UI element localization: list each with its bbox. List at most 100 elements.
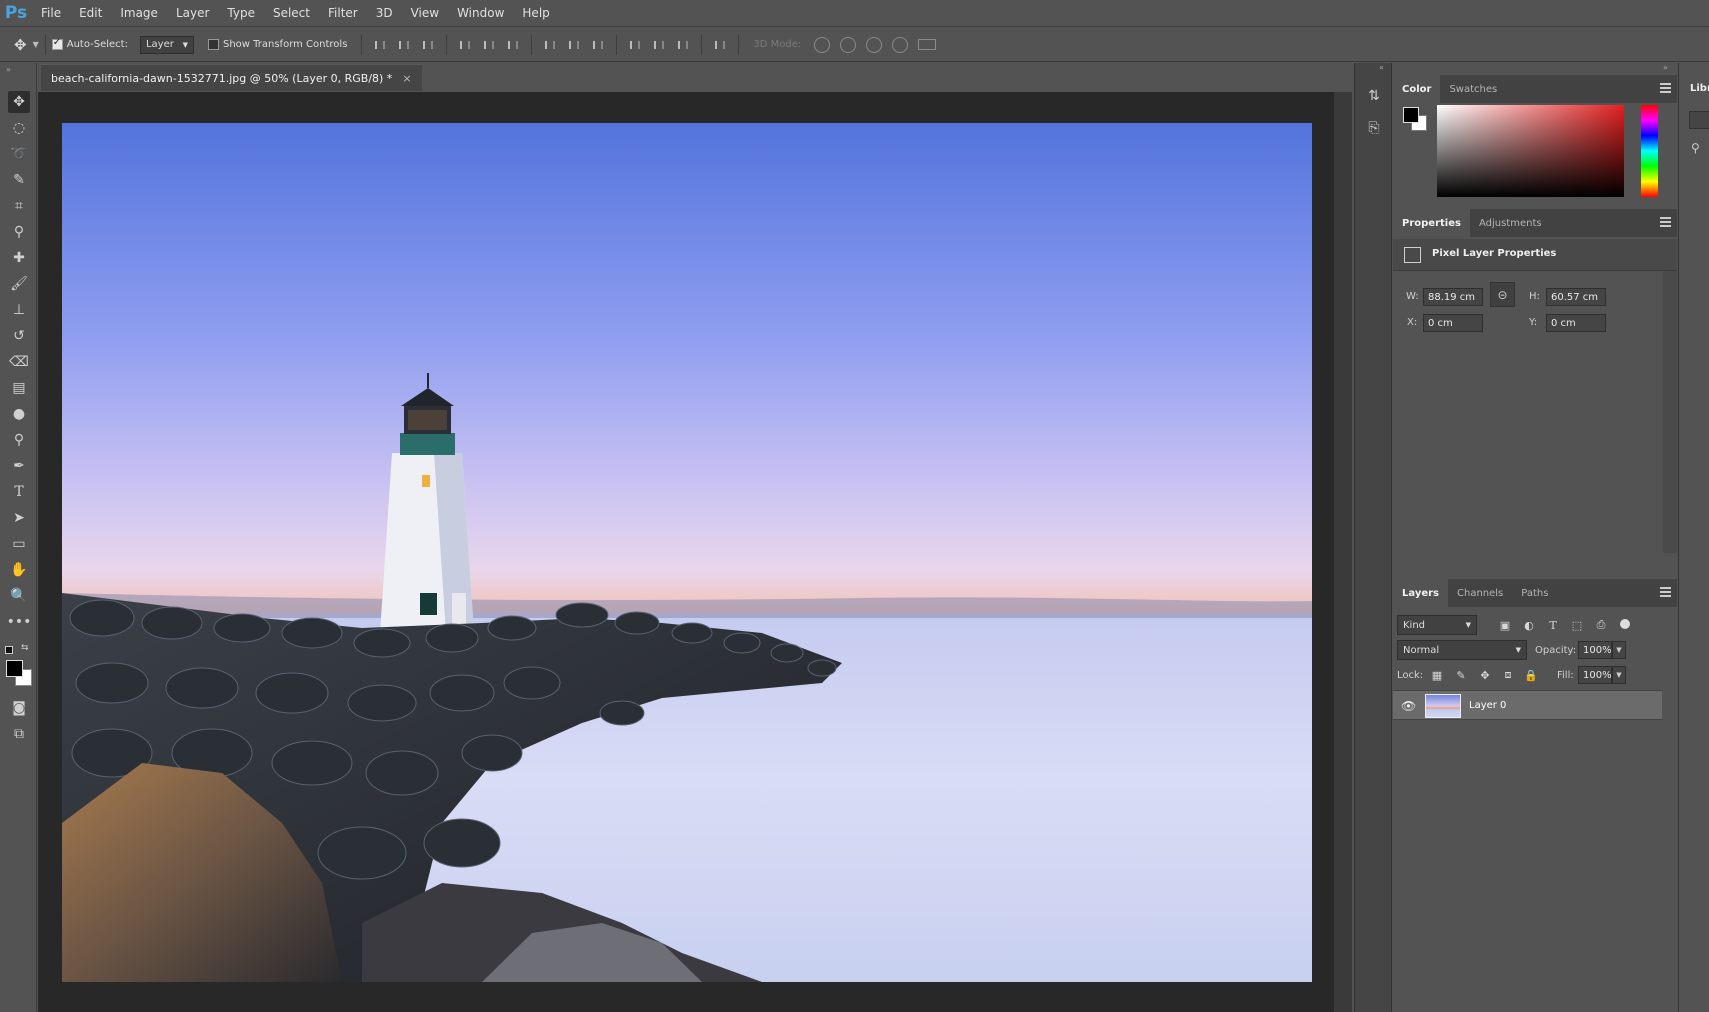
align-bottom-icon[interactable] [421, 38, 435, 52]
auto-select-checkbox[interactable] [51, 37, 63, 50]
hue-slider[interactable] [1641, 105, 1658, 197]
lock-transparent-pixels-icon[interactable]: ▦ [1430, 668, 1444, 682]
layer-row[interactable]: 👁 Layer 0 [1393, 690, 1662, 720]
hand-tool-icon[interactable]: ✋ [8, 559, 30, 581]
distribute-left-icon[interactable] [628, 38, 642, 52]
document-tab[interactable]: beach-california-dawn-1532771.jpg @ 50% … [41, 64, 422, 91]
color-spectrum-field[interactable] [1437, 105, 1624, 197]
3d-pan-icon[interactable] [866, 36, 883, 53]
tab-channels[interactable]: Channels [1448, 579, 1512, 607]
x-field[interactable]: 0 cm [1423, 314, 1483, 332]
auto-select-target-dropdown[interactable]: Layer ▼ [139, 35, 194, 54]
layer-filter-dropdown[interactable]: Kind ▼ [1397, 615, 1477, 635]
vertical-scrollbar[interactable] [1334, 92, 1352, 1012]
lock-position-icon[interactable]: ✥ [1478, 668, 1492, 682]
properties-panel-menu-icon[interactable] [1660, 217, 1671, 227]
filter-toggle-icon[interactable] [1620, 619, 1630, 629]
quick-mask-icon[interactable]: ◙ [8, 697, 30, 719]
menu-edit[interactable]: Edit [70, 0, 111, 27]
dodge-tool-icon[interactable]: ⚲ [8, 429, 30, 451]
document-image[interactable] [62, 123, 1312, 982]
align-left-icon[interactable] [458, 38, 472, 52]
quick-selection-tool-icon[interactable]: ✎ [8, 169, 30, 191]
color-panel-menu-icon[interactable] [1660, 83, 1671, 93]
properties-scrollbar[interactable] [1663, 271, 1677, 553]
3d-roll-icon[interactable] [840, 36, 857, 53]
fill-chevron-icon[interactable]: ▼ [1612, 666, 1626, 684]
distribute-bottom-icon[interactable] [591, 38, 605, 52]
distribute-right-icon[interactable] [676, 38, 690, 52]
tab-paths[interactable]: Paths [1512, 579, 1557, 607]
move-tool-icon[interactable]: ✥ [8, 91, 30, 113]
3d-camera-icon[interactable] [918, 39, 937, 50]
search-icon[interactable]: ⚲ [1691, 141, 1700, 155]
eyedropper-tool-icon[interactable]: ⚲ [8, 221, 30, 243]
eraser-tool-icon[interactable]: ⌫ [8, 351, 30, 373]
y-field[interactable]: 0 cm [1546, 314, 1606, 332]
filter-type-icon[interactable]: T [1546, 618, 1560, 632]
pen-tool-icon[interactable]: ✒ [8, 455, 30, 477]
history-panel-icon[interactable]: ⇅ [1363, 85, 1385, 107]
libraries-search-field[interactable] [1689, 111, 1709, 129]
tab-libraries[interactable]: Libra [1690, 83, 1709, 94]
panel-foreground-swatch[interactable] [1403, 107, 1419, 123]
width-field[interactable]: 88.19 cm [1423, 288, 1483, 306]
move-tool-preset-icon[interactable]: ✥ [14, 36, 27, 54]
zoom-tool-icon[interactable]: 🔍 [8, 585, 30, 607]
clone-stamp-tool-icon[interactable]: ⊥ [8, 299, 30, 321]
more-tools-icon[interactable]: ••• [7, 611, 32, 633]
layers-panel-menu-icon[interactable] [1660, 587, 1671, 597]
collapse-tools-icon[interactable]: » [6, 65, 11, 74]
lock-artboard-icon[interactable]: ⧈ [1501, 668, 1515, 682]
menu-layer[interactable]: Layer [167, 0, 218, 27]
menu-3d[interactable]: 3D [367, 0, 402, 27]
blur-tool-icon[interactable]: ● [8, 403, 30, 425]
align-vertical-center-icon[interactable] [397, 38, 411, 52]
expand-panels-icon[interactable]: » [1663, 63, 1668, 72]
distribute-vertical-center-icon[interactable] [567, 38, 581, 52]
height-field[interactable]: 60.57 cm [1546, 288, 1606, 306]
default-colors-icon[interactable] [5, 646, 13, 654]
history-brush-tool-icon[interactable]: ↺ [8, 325, 30, 347]
lock-all-icon[interactable]: 🔒 [1524, 668, 1538, 682]
tab-layers[interactable]: Layers [1393, 579, 1448, 607]
tab-adjustments[interactable]: Adjustments [1470, 209, 1551, 237]
fill-field[interactable]: 100% [1578, 666, 1612, 684]
screen-mode-icon[interactable]: ⧉ [8, 723, 30, 745]
layer-visibility-eye-icon[interactable]: 👁 [1401, 699, 1416, 713]
3d-slide-icon[interactable] [892, 36, 909, 53]
actions-panel-icon[interactable]: ⎘ [1363, 117, 1385, 139]
filter-adjustment-icon[interactable]: ◐ [1522, 618, 1536, 632]
link-dimensions-icon[interactable]: ⊝ [1490, 282, 1515, 307]
path-selection-tool-icon[interactable]: ➤ [8, 507, 30, 529]
menu-file[interactable]: File [32, 0, 70, 27]
chevron-down-icon[interactable]: ▼ [33, 40, 39, 49]
filter-shape-icon[interactable]: ⬚ [1570, 618, 1584, 632]
lasso-tool-icon[interactable]: ➰ [8, 143, 30, 165]
menu-image[interactable]: Image [111, 0, 167, 27]
foreground-color-swatch[interactable] [6, 660, 23, 677]
brush-tool-icon[interactable]: 🖌 [8, 273, 30, 295]
3d-orbit-icon[interactable] [814, 36, 831, 53]
menu-select[interactable]: Select [264, 0, 319, 27]
crop-tool-icon[interactable]: ⌗ [8, 195, 30, 217]
filter-smart-object-icon[interactable]: ⎙ [1594, 618, 1608, 632]
menu-window[interactable]: Window [448, 0, 513, 27]
opacity-chevron-icon[interactable]: ▼ [1612, 641, 1626, 659]
tab-properties[interactable]: Properties [1393, 209, 1470, 237]
rectangle-tool-icon[interactable]: ▭ [8, 533, 30, 555]
opacity-field[interactable]: 100% [1578, 641, 1612, 659]
blend-mode-dropdown[interactable]: Normal ▼ [1397, 640, 1527, 660]
show-transform-controls-checkbox[interactable] [207, 39, 219, 50]
tab-color[interactable]: Color [1393, 75, 1441, 103]
menu-view[interactable]: View [402, 0, 448, 27]
distribute-top-icon[interactable] [543, 38, 557, 52]
tab-swatches[interactable]: Swatches [1440, 75, 1506, 103]
swap-colors-icon[interactable]: ⇆ [21, 643, 29, 653]
menu-type[interactable]: Type [218, 0, 264, 27]
close-document-icon[interactable]: × [402, 72, 411, 85]
collapse-panels-icon[interactable]: « [1379, 63, 1384, 72]
gradient-tool-icon[interactable]: ▤ [8, 377, 30, 399]
auto-align-layers-icon[interactable] [713, 38, 727, 52]
align-top-icon[interactable] [373, 38, 387, 52]
